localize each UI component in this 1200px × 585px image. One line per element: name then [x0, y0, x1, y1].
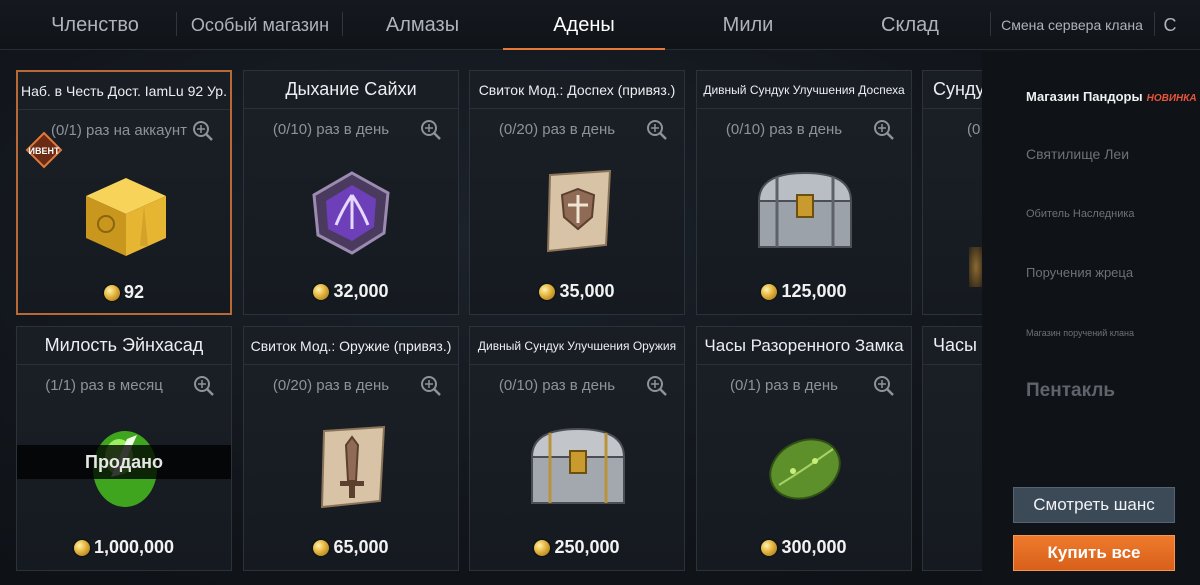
- green-leaf-icon: [769, 438, 841, 500]
- purchase-limit: (0/10) раз в день: [498, 377, 616, 394]
- purple-crystal-icon: [312, 171, 390, 255]
- purchase-limit: (0/20) раз в день: [498, 121, 616, 138]
- item-title: Свиток Мод.: Оружие (привяз.): [244, 327, 458, 365]
- chest-edge-icon: [969, 247, 983, 287]
- item-title: Часы Разоренного Замка: [697, 327, 911, 365]
- sidebar-item-priest-quests[interactable]: Поручения жреца: [1026, 265, 1133, 280]
- shop-item-card[interactable]: Дыхание Сайхи (0/10) раз в день 32,000: [243, 70, 459, 315]
- purchase-limit: (0/10) раз в день: [725, 121, 843, 138]
- price-value: 35,000: [559, 281, 615, 301]
- tab-adena[interactable]: Адены: [503, 0, 665, 50]
- tab-divider: [1154, 12, 1155, 36]
- shop-item-card[interactable]: Милость Эйнхасад (1/1) раз в месяц Прода…: [16, 326, 232, 571]
- shop-item-card[interactable]: Наб. в Честь Дост. IamLu 92 Ур. ИВЕНТ (0…: [16, 70, 232, 315]
- zoom-icon[interactable]: [873, 119, 895, 141]
- adena-coin-icon: [761, 539, 778, 556]
- tab-clan-server-change[interactable]: Смена сервера клана: [996, 0, 1148, 50]
- sidebar-item-leia-sanctuary[interactable]: Святилище Леи: [1026, 146, 1129, 162]
- shop-item-card[interactable]: Свиток Мод.: Оружие (привяз.) (0/20) раз…: [243, 326, 459, 571]
- tab-more[interactable]: С: [1160, 0, 1180, 50]
- tab-diamonds[interactable]: Алмазы: [345, 0, 500, 50]
- shop-tab-bar: Членство Особый магазин Алмазы Адены Мил…: [0, 0, 1200, 50]
- purchase-limit: (0/20) раз в день: [272, 377, 390, 394]
- shop-item-card[interactable]: Свиток Мод.: Доспех (привяз.) (0/20) раз…: [469, 70, 685, 315]
- price-value: 32,000: [333, 281, 389, 301]
- buy-all-button[interactable]: Купить все: [1013, 535, 1175, 571]
- tab-special-shop[interactable]: Особый магазин: [180, 0, 340, 50]
- tab-divider: [176, 12, 177, 36]
- new-badge: НОВИНКА: [1146, 93, 1197, 104]
- price-value: 1,000,000: [93, 537, 175, 557]
- purchase-limit: (0/1) раз на аккаунт: [51, 122, 187, 139]
- weapon-scroll-icon: [320, 425, 386, 509]
- tab-warehouse[interactable]: Склад: [830, 0, 990, 50]
- price-value: 300,000: [781, 537, 847, 557]
- item-price: 300,000: [697, 537, 911, 558]
- item-title: Дивный Сундук Улучшения Доспеха: [697, 71, 911, 109]
- purchase-limit: (0/1) раз в день: [730, 377, 838, 394]
- item-price: 32,000: [244, 281, 458, 302]
- item-price: 1,000,000: [17, 537, 231, 558]
- adena-coin-icon: [534, 539, 551, 556]
- adena-coin-icon: [103, 284, 120, 301]
- item-title: Свиток Мод.: Доспех (привяз.): [470, 71, 684, 109]
- zoom-icon[interactable]: [192, 120, 214, 142]
- item-price: 250,000: [470, 537, 684, 558]
- adena-coin-icon: [313, 283, 330, 300]
- silver-chest-icon: [757, 171, 853, 248]
- sidebar-item-label: Магазин Пандоры: [1026, 89, 1143, 104]
- adena-coin-icon: [313, 539, 330, 556]
- purchase-limit: (0/10) раз в день: [272, 121, 390, 138]
- tab-membership[interactable]: Членство: [30, 0, 160, 50]
- item-title: Наб. в Честь Дост. IamLu 92 Ур.: [18, 72, 230, 110]
- purchase-limit: (0: [967, 121, 981, 138]
- adena-coin-icon: [761, 283, 778, 300]
- item-price: 35,000: [470, 281, 684, 302]
- shop-item-card[interactable]: Часы Разоренного Замка (0/1) раз в день …: [696, 326, 912, 571]
- purchase-limit: (1/1) раз в месяц: [45, 377, 163, 394]
- price-value: 65,000: [333, 537, 389, 557]
- item-title: Милость Эйнхасад: [17, 327, 231, 365]
- item-price: 125,000: [697, 281, 911, 302]
- zoom-icon[interactable]: [193, 375, 215, 397]
- item-title: Дивный Сундук Улучшения Оружия: [470, 327, 684, 365]
- zoom-icon[interactable]: [873, 375, 895, 397]
- sidebar-item-clan-quest-shop[interactable]: Магазин поручений клана: [1026, 328, 1134, 338]
- adena-coin-icon: [539, 283, 556, 300]
- item-title: Дыхание Сайхи: [244, 71, 458, 109]
- adena-coin-icon: [73, 539, 90, 556]
- tab-divider: [990, 12, 991, 36]
- shop-item-card[interactable]: Дивный Сундук Улучшения Доспеха (0/10) р…: [696, 70, 912, 315]
- item-price: 65,000: [244, 537, 458, 558]
- armor-scroll-icon: [546, 169, 612, 253]
- item-price: 92: [18, 282, 230, 303]
- shop-item-card[interactable]: Дивный Сундук Улучшения Оружия (0/10) ра…: [469, 326, 685, 571]
- silver-chest-icon: [530, 427, 626, 504]
- tab-miles[interactable]: Мили: [668, 0, 828, 50]
- event-badge-label: ИВЕНТ: [29, 146, 60, 156]
- gold-box-icon: [86, 178, 166, 256]
- zoom-icon[interactable]: [420, 375, 442, 397]
- sidebar-item-heir-abode[interactable]: Обитель Наследника: [1026, 208, 1135, 220]
- zoom-icon[interactable]: [420, 119, 442, 141]
- price-value: 92: [123, 282, 145, 302]
- sidebar-item-pentacle[interactable]: Пентакль: [1026, 380, 1115, 402]
- tab-divider: [342, 12, 343, 36]
- sidebar-item-pandora-shop[interactable]: Магазин Пандоры НОВИНКА: [1026, 89, 1197, 104]
- sold-out-label: Продано: [17, 445, 231, 479]
- price-value: 125,000: [781, 281, 847, 301]
- zoom-icon[interactable]: [646, 375, 668, 397]
- view-chance-button[interactable]: Смотреть шанс: [1013, 487, 1175, 523]
- zoom-icon[interactable]: [646, 119, 668, 141]
- price-value: 250,000: [554, 537, 620, 557]
